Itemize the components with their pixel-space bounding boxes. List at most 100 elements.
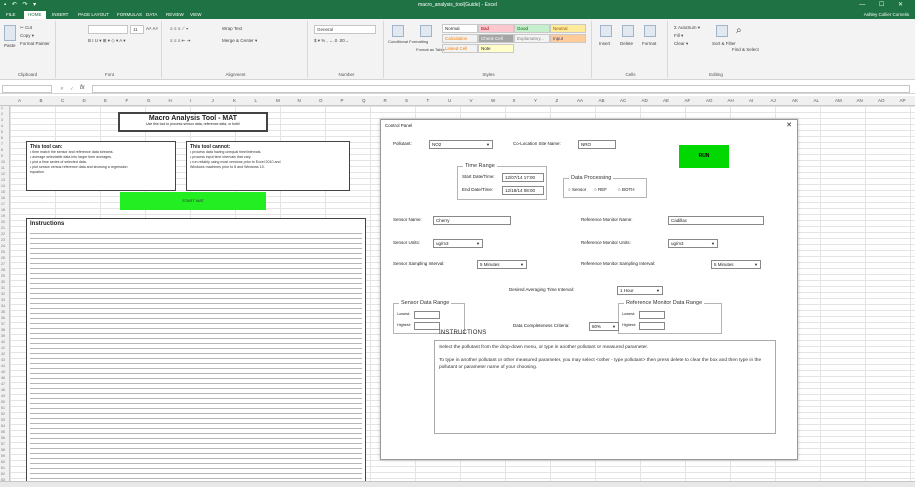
row-header[interactable]: 22 — [1, 232, 5, 236]
row-header[interactable]: 19 — [1, 214, 5, 218]
column-header[interactable]: E — [104, 98, 107, 103]
fill-button[interactable]: Fill ▾ — [674, 33, 683, 39]
font-name-box[interactable] — [88, 25, 128, 34]
start-date-input[interactable]: 12/07/14 17:00 — [502, 173, 544, 182]
column-header[interactable]: C — [61, 98, 64, 103]
column-header[interactable]: Z — [556, 98, 559, 103]
row-header[interactable]: 48 — [1, 388, 5, 392]
column-header[interactable]: P — [341, 98, 344, 103]
column-header[interactable]: AD — [642, 98, 648, 103]
end-date-input[interactable]: 12/18/14 08:00 — [502, 186, 544, 195]
ref-units-select[interactable]: ug/m3 ▼ — [668, 239, 718, 248]
delete-cells-icon[interactable] — [622, 25, 634, 37]
sensor-highest-input[interactable] — [414, 322, 440, 330]
start-mat-button[interactable]: START MAT — [120, 192, 266, 210]
row-header[interactable]: 55 — [1, 430, 5, 434]
font-format-controls[interactable]: B I U ▾ ⊞ ▾ ◇ ▾ A ▾ — [88, 38, 126, 44]
row-header[interactable]: 62 — [1, 472, 5, 476]
format-painter-button[interactable]: Format Painter — [20, 41, 50, 46]
row-header[interactable]: 32 — [1, 292, 5, 296]
row-header[interactable]: 24 — [1, 244, 5, 248]
horizontal-scrollbar[interactable] — [0, 481, 915, 487]
column-header[interactable]: Y — [534, 98, 537, 103]
column-header[interactable]: M — [276, 98, 280, 103]
column-header[interactable]: W — [491, 98, 495, 103]
style-bad[interactable]: Bad — [478, 24, 514, 33]
tab-review[interactable]: REVIEW — [166, 12, 184, 17]
row-header[interactable]: 11 — [1, 166, 5, 170]
formula-input[interactable] — [92, 85, 910, 93]
row-header[interactable]: 23 — [1, 238, 5, 242]
pollutant-select[interactable]: NO2 ▼ — [429, 140, 493, 149]
column-header[interactable]: AO — [878, 98, 885, 103]
align-horizontal-icons[interactable]: ≡ ≡ ≡ ⇤ ⇥ — [170, 38, 190, 44]
row-header[interactable]: 7 — [1, 142, 3, 146]
autosum-button[interactable]: Σ AutoSum ▾ — [674, 25, 700, 31]
row-header[interactable]: 37 — [1, 322, 5, 326]
column-header[interactable]: O — [319, 98, 323, 103]
row-header[interactable]: 33 — [1, 298, 5, 302]
style-calculation[interactable]: Calculation — [442, 34, 478, 43]
row-header[interactable]: 8 — [1, 148, 3, 152]
tab-page-layout[interactable]: PAGE LAYOUT — [78, 12, 109, 17]
row-header[interactable]: 27 — [1, 262, 5, 266]
row-header[interactable]: 12 — [1, 172, 5, 176]
row-header[interactable]: 10 — [1, 160, 5, 164]
column-header[interactable]: AG — [706, 98, 713, 103]
column-header[interactable]: AP — [900, 98, 906, 103]
style-good[interactable]: Good — [514, 24, 550, 33]
row-header[interactable]: 59 — [1, 454, 5, 458]
row-header[interactable]: 56 — [1, 436, 5, 440]
format-as-table-button[interactable]: Format as Table — [416, 47, 445, 52]
ref-interval-select[interactable]: 5 Minutes ▼ — [711, 260, 761, 269]
completeness-select[interactable]: 80% ▼ — [589, 322, 619, 331]
find-select-icon[interactable]: ⌕ — [736, 25, 742, 36]
column-header[interactable]: AF — [685, 98, 691, 103]
format-cells-button[interactable]: Format — [642, 41, 656, 46]
column-header[interactable]: F — [126, 98, 129, 103]
run-button[interactable]: RUN — [679, 145, 729, 168]
copy-button[interactable]: Copy ▾ — [20, 33, 34, 39]
row-header[interactable]: 4 — [1, 124, 3, 128]
row-header[interactable]: 21 — [1, 226, 5, 230]
sensor-lowest-input[interactable] — [414, 311, 440, 319]
insert-cells-icon[interactable] — [600, 25, 612, 37]
number-format-symbols[interactable]: $ ▾ % , ←.0 .00→ — [314, 38, 349, 44]
row-header[interactable]: 34 — [1, 304, 5, 308]
row-header[interactable]: 1 — [1, 106, 3, 110]
font-grow-shrink[interactable]: A˄ A˅ — [146, 26, 158, 31]
ref-highest-input[interactable] — [639, 322, 665, 330]
merge-center-button[interactable]: Merge & Center ▾ — [222, 38, 257, 44]
column-header[interactable]: B — [40, 98, 43, 103]
row-header[interactable]: 50 — [1, 400, 5, 404]
sort-filter-button[interactable]: Sort & Filter — [712, 41, 736, 46]
row-header[interactable]: 36 — [1, 316, 5, 320]
row-header[interactable]: 47 — [1, 382, 5, 386]
column-header[interactable]: D — [83, 98, 86, 103]
row-header[interactable]: 28 — [1, 268, 5, 272]
format-as-table-icon[interactable] — [420, 25, 432, 37]
row-header[interactable]: 42 — [1, 352, 5, 356]
insert-cells-button[interactable]: Insert — [599, 41, 610, 46]
column-header[interactable]: A — [18, 98, 21, 103]
align-top-icons[interactable]: ≡ ≡ ≡ ⟋ ▾ — [170, 26, 188, 31]
delete-cells-button[interactable]: Delete — [620, 41, 633, 46]
conditional-formatting-button[interactable]: Conditional Formatting — [388, 39, 428, 44]
row-header[interactable]: 35 — [1, 310, 5, 314]
row-header[interactable]: 3 — [1, 118, 3, 122]
row-header[interactable]: 52 — [1, 412, 5, 416]
number-format-select[interactable]: General — [314, 25, 376, 34]
function-icon[interactable]: fx — [80, 85, 85, 91]
tab-file[interactable]: FILE — [6, 12, 16, 17]
row-header[interactable]: 54 — [1, 424, 5, 428]
row-header[interactable]: 46 — [1, 376, 5, 380]
cancel-formula-icon[interactable]: ✕ — [60, 86, 64, 92]
enter-formula-icon[interactable]: ✓ — [70, 86, 74, 92]
column-header[interactable]: U — [448, 98, 451, 103]
sort-filter-icon[interactable] — [716, 25, 728, 37]
row-header[interactable]: 53 — [1, 418, 5, 422]
radio-both[interactable]: ○ BOTH — [618, 187, 634, 192]
column-header[interactable]: I — [190, 98, 191, 103]
row-header[interactable]: 6 — [1, 136, 3, 140]
row-header[interactable]: 15 — [1, 190, 5, 194]
